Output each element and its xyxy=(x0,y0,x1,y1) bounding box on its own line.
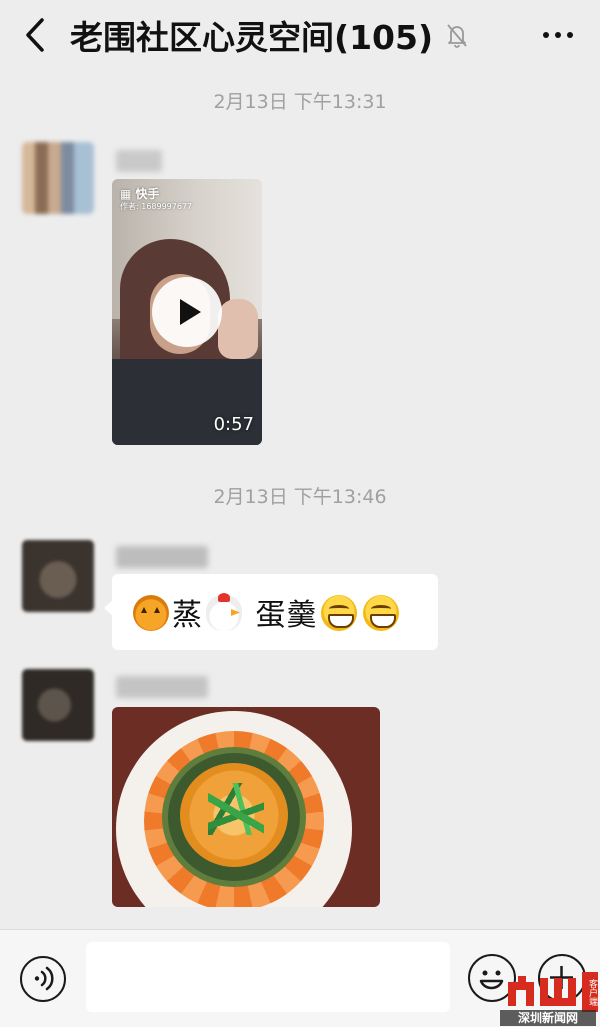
watermark-logo xyxy=(508,976,576,1006)
chat-title-wrap: 老围社区心灵空间(105) xyxy=(70,12,469,58)
pumpkin-emoji-icon xyxy=(133,595,169,631)
play-icon xyxy=(180,299,201,325)
video-author-id: 作者: 1689997677 xyxy=(120,202,193,211)
play-button[interactable] xyxy=(152,277,222,347)
watermark-brand-text: 深圳新闻网 xyxy=(500,1010,596,1026)
watermark: 客户端 深圳新闻网 xyxy=(498,970,600,1027)
watermark-side-label: 客户端 xyxy=(582,972,598,1012)
back-button[interactable] xyxy=(18,14,54,56)
message-text-part: 蒸 xyxy=(172,598,203,633)
message-text: 蒸 蛋羹 xyxy=(130,590,402,634)
message-text-part: 蛋羹 xyxy=(255,598,318,633)
chat-title[interactable]: 老围社区心灵空间(105) xyxy=(70,11,433,59)
sender-name-blurred xyxy=(116,150,162,172)
message-timestamp: 2月13日 下午13:31 xyxy=(213,91,387,113)
message-timestamp: 2月13日 下午13:46 xyxy=(213,486,387,508)
back-icon xyxy=(26,18,44,52)
scallion-garnish xyxy=(208,783,264,835)
voice-icon xyxy=(34,966,54,991)
more-icon xyxy=(543,32,573,38)
avatar[interactable] xyxy=(22,540,94,612)
avatar[interactable] xyxy=(22,669,94,741)
text-message-bubble[interactable]: 蒸 蛋羹 xyxy=(104,574,438,650)
video-platform-label: 快手 xyxy=(135,187,160,201)
image-message[interactable] xyxy=(112,707,380,907)
more-button[interactable] xyxy=(538,20,578,50)
grin-emoji-icon xyxy=(320,595,357,631)
sender-name-blurred xyxy=(116,676,208,698)
message-input[interactable] xyxy=(86,942,450,1012)
voice-button[interactable] xyxy=(20,956,66,1002)
chat-header: 老围社区心灵空间(105) xyxy=(0,0,600,72)
video-message[interactable]: ▦ 快手 作者: 1689997677 0:57 xyxy=(112,179,262,445)
sender-name-blurred xyxy=(116,546,208,568)
avatar[interactable] xyxy=(22,142,94,214)
bubble-tail xyxy=(104,600,113,616)
kuaishou-icon: ▦ xyxy=(120,187,132,201)
video-platform-logo: ▦ 快手 xyxy=(120,185,160,202)
video-subject-hand xyxy=(218,299,258,359)
chicken-emoji-icon xyxy=(206,593,242,631)
grin-emoji-icon xyxy=(362,595,399,631)
video-duration: 0:57 xyxy=(213,414,254,435)
mute-bell-icon xyxy=(447,24,467,48)
